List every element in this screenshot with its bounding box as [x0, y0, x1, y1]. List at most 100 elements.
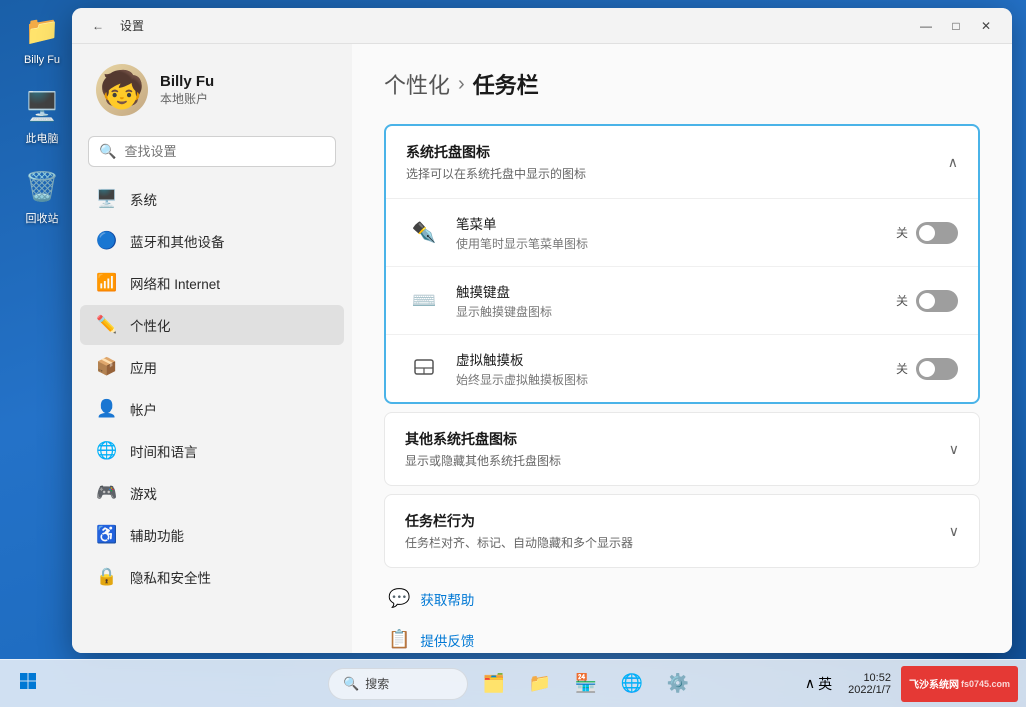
breadcrumb: 个性化 › 任务栏 [384, 68, 980, 100]
title-bar-controls: ← [84, 12, 112, 40]
section-system-tray-items: ✒️ 笔菜单 使用笔时显示笔菜单图标 关 [386, 198, 978, 402]
sidebar-item-system[interactable]: 🖥️ 系统 [80, 179, 344, 219]
section-taskbar-behavior-title: 任务栏行为 [405, 511, 633, 531]
user-info: Billy Fu 本地账户 [160, 73, 214, 107]
privacy-icon: 🔒 [96, 566, 118, 588]
taskbar-settings-pinned[interactable]: ⚙️ [658, 664, 698, 704]
touch-keyboard-title: 触摸键盘 [456, 281, 882, 301]
close-button[interactable]: ✕ [972, 12, 1000, 40]
sidebar: 🧒 Billy Fu 本地账户 🔍 🖥️ 系统 🔵 [72, 44, 352, 653]
desktop-icon-recycle[interactable]: 🗑️ 回收站 [10, 166, 74, 226]
desktop-icon-recycle-label: 回收站 [26, 210, 59, 226]
section-taskbar-behavior-desc: 任务栏对齐、标记、自动隐藏和多个显示器 [405, 534, 633, 551]
touch-keyboard-toggle-thumb [919, 293, 935, 309]
sidebar-item-apps[interactable]: 📦 应用 [80, 347, 344, 387]
section-other-tray-header[interactable]: 其他系统托盘图标 显示或隐藏其他系统托盘图标 ∨ [385, 413, 979, 485]
back-button[interactable]: ← [84, 12, 112, 40]
sidebar-item-bluetooth[interactable]: 🔵 蓝牙和其他设备 [80, 221, 344, 261]
clock-display[interactable]: 10:52 2022/1/7 [842, 670, 897, 698]
sidebar-item-time[interactable]: 🌐 时间和语言 [80, 431, 344, 471]
help-icon: 💬 [388, 588, 410, 609]
virtual-touchpad-text: 虚拟触摸板 始终显示虚拟触摸板图标 [456, 349, 882, 388]
sidebar-item-accounts[interactable]: 👤 帐户 [80, 389, 344, 429]
taskbar-center: 🔍 搜索 🗂️ 📁 🏪 🌐 ⚙️ [328, 664, 698, 704]
settings-window: ← 设置 — □ ✕ 🧒 Billy Fu 本地账户 🔍 [72, 8, 1012, 653]
taskbar-edge[interactable]: 🌐 [612, 664, 652, 704]
help-section[interactable]: 💬 获取帮助 [384, 576, 980, 621]
virtual-touchpad-toggle-thumb [919, 361, 935, 377]
sidebar-item-personalize-label: 个性化 [130, 315, 171, 335]
maximize-button[interactable]: □ [942, 12, 970, 40]
tray-lang-icon[interactable]: 英 [818, 674, 832, 694]
taskbar: 🔍 搜索 🗂️ 📁 🏪 🌐 ⚙️ ∧ 英 10:52 2022/1/7 飞沙系统… [0, 659, 1026, 707]
user-type: 本地账户 [160, 90, 214, 107]
breadcrumb-current: 任务栏 [473, 68, 539, 100]
virtual-touchpad-control: 关 [896, 358, 958, 380]
sidebar-item-privacy[interactable]: 🔒 隐私和安全性 [80, 557, 344, 597]
sidebar-search-box[interactable]: 🔍 [88, 136, 336, 167]
touch-keyboard-desc: 显示触摸键盘图标 [456, 303, 882, 320]
sidebar-item-accessibility-label: 辅助功能 [130, 525, 184, 545]
provide-icon: 📋 [388, 629, 410, 650]
section-other-tray-title-block: 其他系统托盘图标 显示或隐藏其他系统托盘图标 [405, 429, 561, 469]
taskbar-folder[interactable]: 📁 [520, 664, 560, 704]
taskbar-file-explorer[interactable]: 🗂️ [474, 664, 514, 704]
touch-keyboard-toggle[interactable] [916, 290, 958, 312]
taskbar-search-label: 搜索 [365, 675, 389, 692]
fengsha-sub-text: fs0745.com [961, 679, 1010, 689]
setting-touch-keyboard: ⌨️ 触摸键盘 显示触摸键盘图标 关 [386, 267, 978, 335]
sidebar-item-privacy-label: 隐私和安全性 [130, 567, 211, 587]
section-taskbar-behavior-header[interactable]: 任务栏行为 任务栏对齐、标记、自动隐藏和多个显示器 ∨ [385, 495, 979, 567]
section-other-tray-desc: 显示或隐藏其他系统托盘图标 [405, 452, 561, 469]
sidebar-item-bluetooth-label: 蓝牙和其他设备 [130, 231, 225, 251]
section-system-tray-header[interactable]: 系统托盘图标 选择可以在系统托盘中显示的图标 ∧ [386, 126, 978, 198]
taskbar-search-icon: 🔍 [343, 676, 359, 692]
fengsha-logo-text: 飞沙系统网 [909, 676, 959, 691]
pen-menu-title: 笔菜单 [456, 213, 882, 233]
search-icon: 🔍 [99, 143, 116, 160]
folder-icon: 📁 [529, 673, 551, 694]
accessibility-icon: ♿ [96, 524, 118, 546]
breadcrumb-parent[interactable]: 个性化 [384, 68, 450, 100]
start-button[interactable] [8, 664, 48, 704]
sidebar-item-network[interactable]: 📶 网络和 Internet [80, 263, 344, 303]
virtual-touchpad-icon [406, 351, 442, 387]
clock-date: 2022/1/7 [848, 684, 891, 696]
clock-time: 10:52 [848, 672, 891, 684]
user-profile[interactable]: 🧒 Billy Fu 本地账户 [80, 52, 344, 128]
user-name: Billy Fu [160, 73, 214, 90]
windows-logo-icon [19, 672, 37, 695]
desktop-icon-computer[interactable]: 🖥️ 此电脑 [10, 86, 74, 146]
apps-icon: 📦 [96, 356, 118, 378]
fengsha-logo[interactable]: 飞沙系统网 fs0745.com [901, 666, 1018, 702]
search-input[interactable] [124, 144, 325, 159]
provide-section[interactable]: 📋 提供反馈 [384, 621, 980, 653]
computer-icon: 🖥️ [22, 86, 62, 126]
virtual-touchpad-toggle[interactable] [916, 358, 958, 380]
taskbar-store[interactable]: 🏪 [566, 664, 606, 704]
virtual-touchpad-toggle-label: 关 [896, 360, 908, 377]
pen-menu-toggle[interactable] [916, 222, 958, 244]
virtual-touchpad-desc: 始终显示虚拟触摸板图标 [456, 371, 882, 388]
touch-keyboard-control: 关 [896, 290, 958, 312]
section-system-tray-desc: 选择可以在系统托盘中显示的图标 [406, 165, 586, 182]
section-system-tray-chevron: ∧ [948, 154, 958, 171]
section-other-tray-chevron: ∨ [949, 441, 959, 458]
system-icon: 🖥️ [96, 188, 118, 210]
sidebar-item-personalize[interactable]: ✏️ 个性化 [80, 305, 344, 345]
pen-menu-desc: 使用笔时显示笔菜单图标 [456, 235, 882, 252]
bluetooth-icon: 🔵 [96, 230, 118, 252]
sidebar-item-games[interactable]: 🎮 游戏 [80, 473, 344, 513]
taskbar-search[interactable]: 🔍 搜索 [328, 668, 468, 700]
minimize-button[interactable]: — [912, 12, 940, 40]
section-system-tray-icons: 系统托盘图标 选择可以在系统托盘中显示的图标 ∧ ✒️ 笔菜单 使用笔时显示笔菜… [384, 124, 980, 404]
section-other-tray-icons: 其他系统托盘图标 显示或隐藏其他系统托盘图标 ∨ [384, 412, 980, 486]
sidebar-item-accessibility[interactable]: ♿ 辅助功能 [80, 515, 344, 555]
nav-list: 🖥️ 系统 🔵 蓝牙和其他设备 📶 网络和 Internet ✏️ 个性化 📦 [80, 179, 344, 597]
sidebar-item-games-label: 游戏 [130, 483, 157, 503]
touch-keyboard-icon: ⌨️ [406, 283, 442, 319]
tray-up-arrow-icon[interactable]: ∧ [805, 675, 815, 692]
avatar: 🧒 [96, 64, 148, 116]
desktop-icon-user[interactable]: 📁 Billy Fu [10, 10, 74, 66]
taskbar-right: ∧ 英 10:52 2022/1/7 飞沙系统网 fs0745.com [799, 666, 1026, 702]
